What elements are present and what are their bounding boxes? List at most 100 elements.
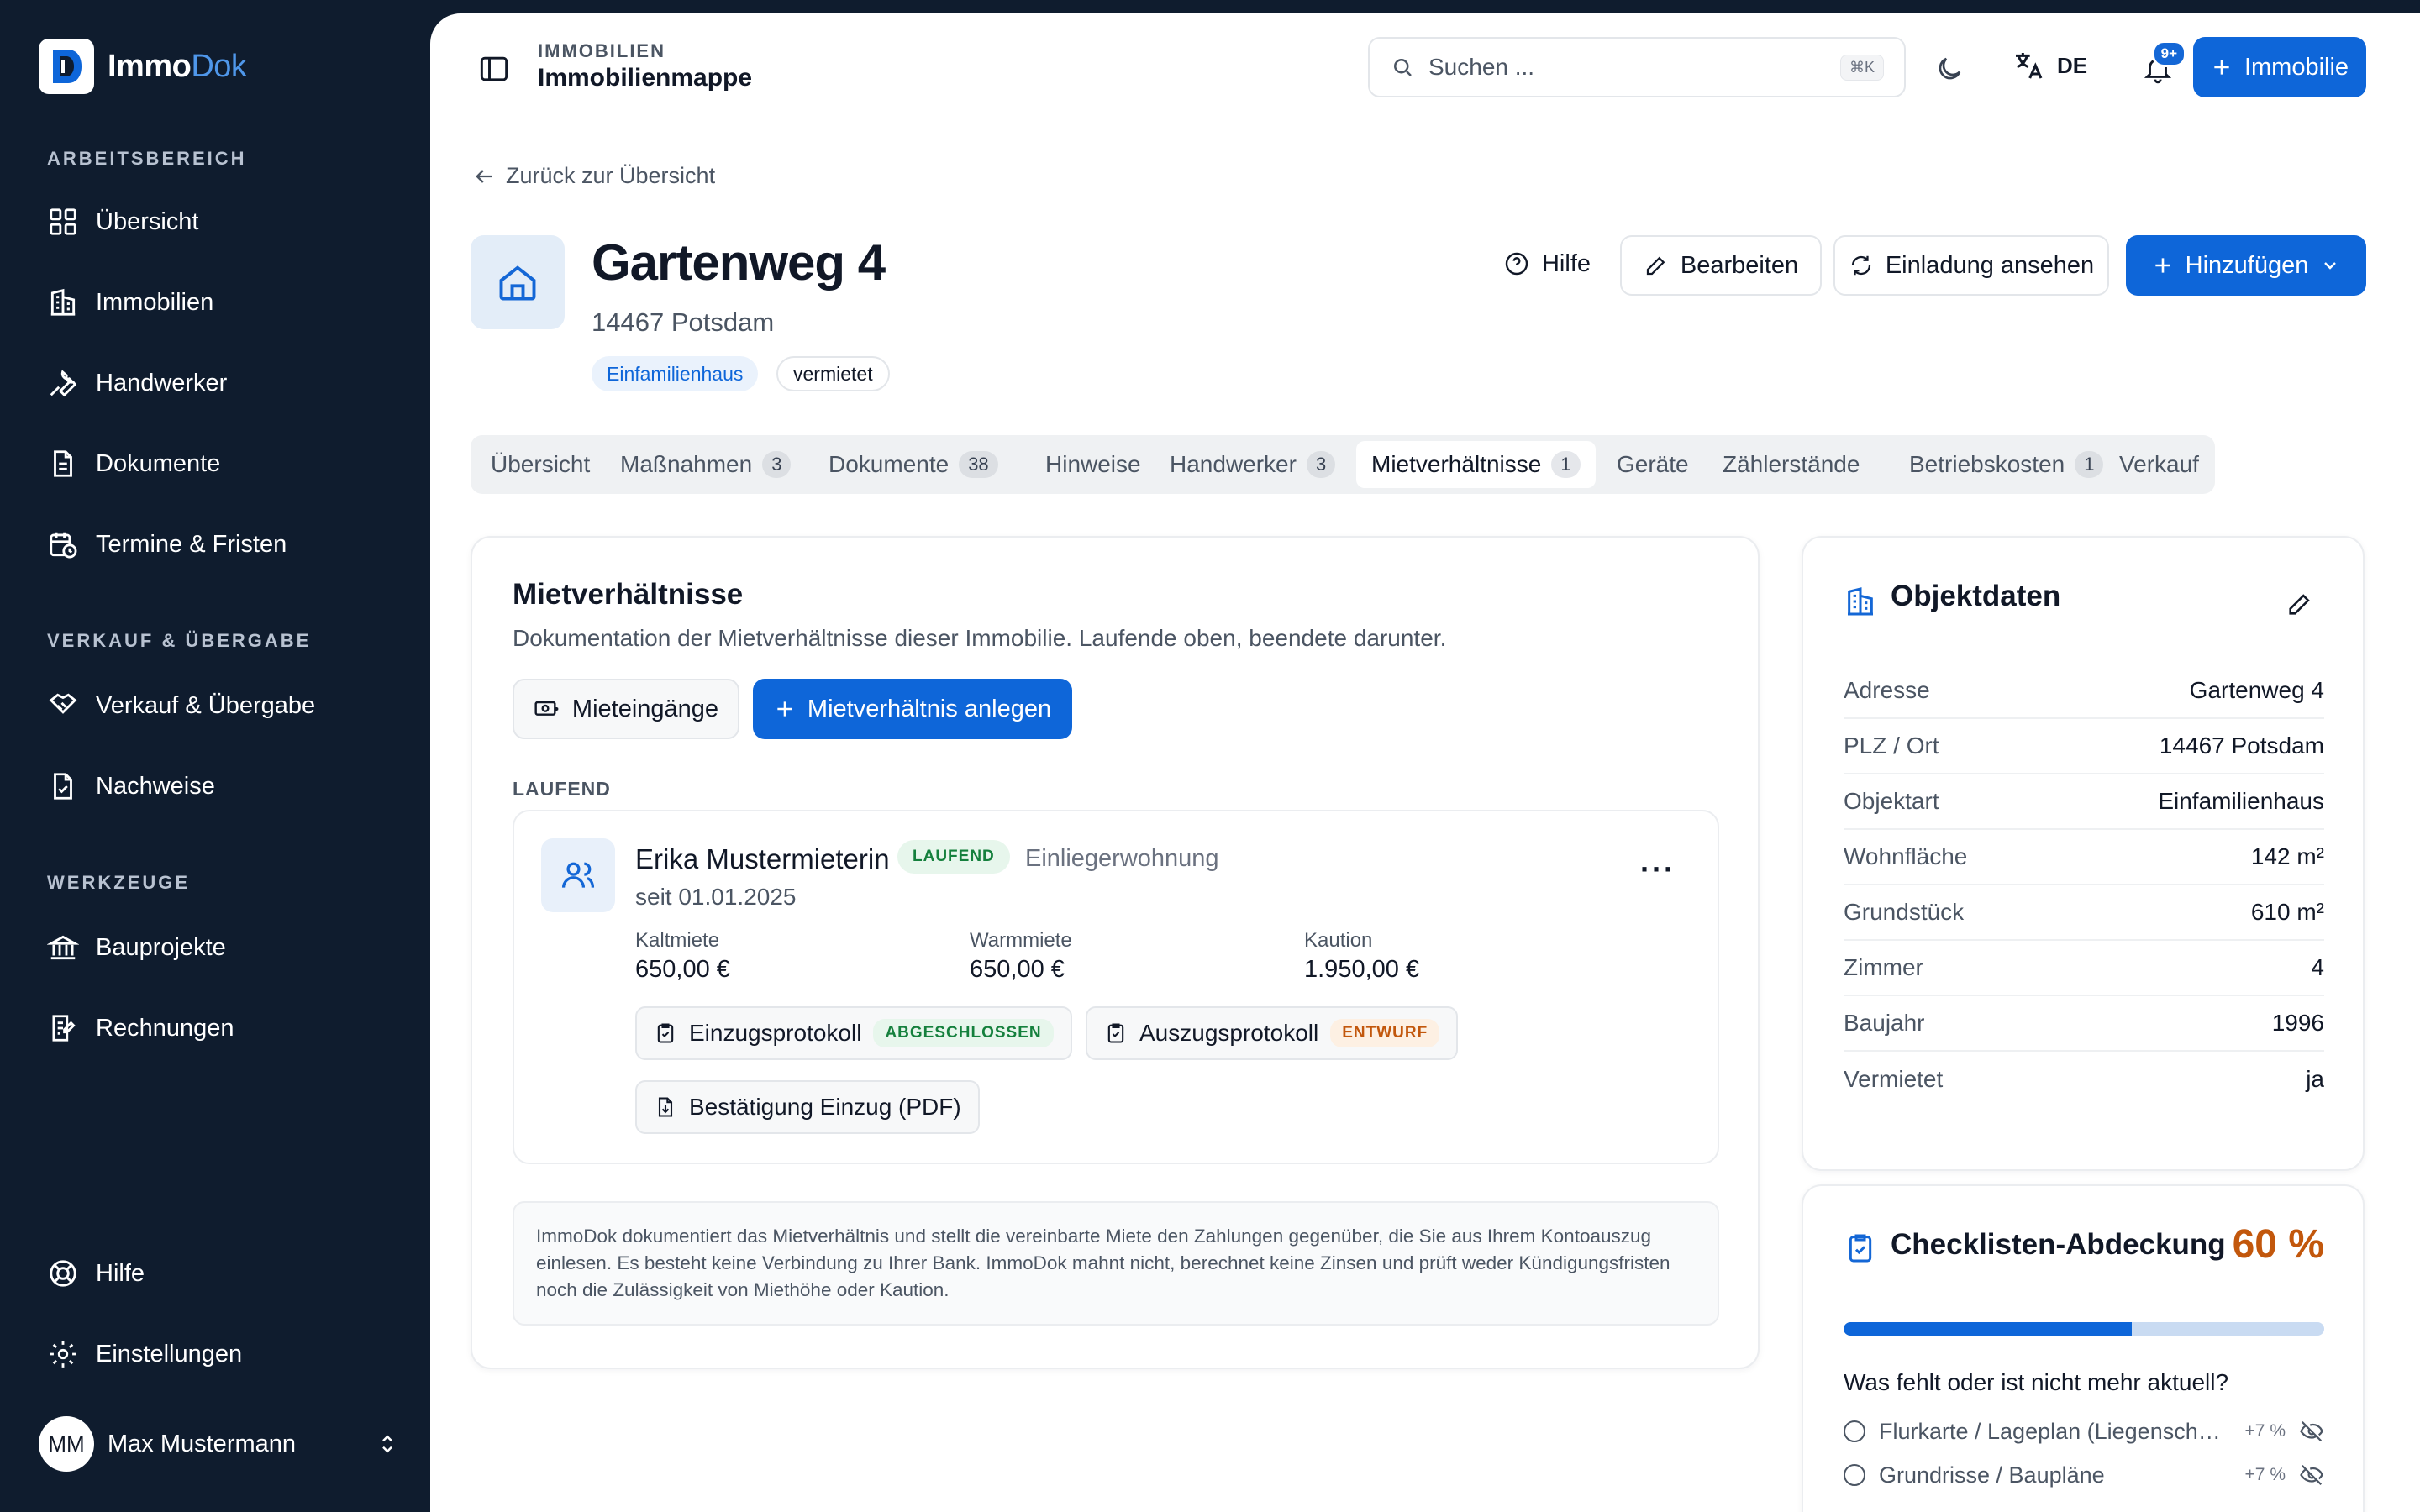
- rent-income-button[interactable]: Mieteingänge: [513, 679, 739, 739]
- eye-off-icon[interactable]: [2299, 1419, 2324, 1444]
- plus-icon: [777, 701, 792, 717]
- tab-count: 38: [959, 451, 998, 478]
- row-value: 4: [2311, 954, 2324, 980]
- deposit-label: Kaution: [1304, 929, 1373, 952]
- tab-craftsmen[interactable]: Handwerker 3: [1155, 441, 1350, 488]
- language-switcher[interactable]: DE: [2012, 49, 2087, 82]
- row-value: 610 m²: [2250, 899, 2324, 925]
- tag-property-type: Einfamilienhaus: [592, 356, 759, 391]
- tenancies-card: Mietverhältnisse Dokumentation der Mietv…: [471, 536, 1760, 1369]
- eye-off-icon[interactable]: [2299, 1462, 2324, 1488]
- checklist-card: Checklisten-Abdeckung 60 % Was fehlt ode…: [1802, 1184, 2365, 1512]
- sidebar-item-overview[interactable]: Übersicht: [47, 198, 400, 245]
- checklist-item[interactable]: Flurkarte / Lageplan (Liegenschaftskarte…: [1844, 1413, 2324, 1450]
- checklist-title: Checklisten-Abdeckung: [1891, 1228, 2226, 1261]
- sidebar-item-construction[interactable]: Bauprojekte: [47, 924, 400, 971]
- object-data-row: Objektart Einfamilienhaus: [1844, 774, 2324, 830]
- tab-sale[interactable]: Verkauf: [2104, 441, 2214, 488]
- user-menu[interactable]: MM Max Mustermann: [39, 1416, 400, 1472]
- radio-button[interactable]: [1844, 1464, 1865, 1486]
- plus-icon: [2214, 60, 2229, 75]
- search-input[interactable]: [1428, 54, 1827, 81]
- radio-button[interactable]: [1844, 1420, 1865, 1442]
- view-invitation-button[interactable]: Einladung ansehen: [1833, 235, 2109, 296]
- tab-count: 1: [2075, 451, 2104, 478]
- sidebar-item-label: Immobilien: [96, 288, 214, 316]
- row-value: Gartenweg 4: [2189, 677, 2324, 703]
- search-box[interactable]: ⌘K: [1368, 37, 1906, 97]
- refresh-icon: [1851, 255, 1870, 276]
- document-icon: [54, 450, 72, 477]
- sidebar-item-proofs[interactable]: Nachweise: [47, 763, 400, 810]
- tenancy-item[interactable]: Erika Mustermieterin LAUFEND Einliegerwo…: [513, 810, 1719, 1164]
- sidebar-item-deadlines[interactable]: Termine & Fristen: [47, 521, 400, 568]
- sidebar-item-label: Hilfe: [96, 1259, 145, 1287]
- tenant-unit: Einliegerwohnung: [1025, 845, 1219, 872]
- coverage-progress-fill: [1844, 1322, 2133, 1336]
- edit-object-data-icon[interactable]: [2286, 590, 2314, 622]
- edit-button[interactable]: Bearbeiten: [1620, 235, 1822, 296]
- sidebar-item-properties[interactable]: Immobilien: [47, 279, 400, 326]
- tab-tenancies[interactable]: Mietverhältnisse 1: [1356, 441, 1596, 488]
- create-tenancy-button[interactable]: Mietverhältnis anlegen: [753, 679, 1072, 739]
- tab-notes[interactable]: Hinweise: [1030, 441, 1156, 488]
- tab-overview[interactable]: Übersicht: [476, 441, 605, 488]
- row-label: Zimmer: [1844, 954, 1923, 980]
- sidebar-item-help[interactable]: Hilfe: [47, 1250, 400, 1297]
- tab-operating-costs[interactable]: Betriebskosten 1: [1894, 441, 2118, 488]
- add-property-label: Immobilie: [2244, 53, 2349, 81]
- brand-logo-link[interactable]: ImmoDok: [39, 39, 247, 94]
- tab-documents[interactable]: Dokumente 38: [813, 441, 1013, 488]
- file-check-icon: [54, 773, 72, 800]
- logo-icon: [39, 39, 94, 94]
- tab-label: Betriebskosten: [1909, 451, 2065, 477]
- tab-label: Maßnahmen: [620, 451, 753, 477]
- bank-icon: [47, 935, 79, 960]
- tab-label: Übersicht: [491, 451, 591, 477]
- doc-label: Einzugsprotokoll: [689, 1020, 862, 1046]
- sidebar-item-invoices[interactable]: Rechnungen: [47, 1005, 400, 1052]
- more-options-icon[interactable]: ···: [1640, 852, 1676, 887]
- edit-label: Bearbeiten: [1680, 251, 1799, 279]
- help-button[interactable]: Hilfe: [1492, 237, 1602, 291]
- sidebar-toggle-icon[interactable]: [476, 50, 513, 87]
- sidebar-item-sale-handover[interactable]: Verkauf & Übergabe: [47, 682, 400, 729]
- tag-rental-status: vermietet: [776, 356, 890, 391]
- tab-label: Verkauf: [2119, 451, 2199, 477]
- row-label: Grundstück: [1844, 899, 1965, 925]
- checklist-item[interactable]: Grundrisse / Baupläne +7 %: [1844, 1457, 2324, 1494]
- notifications-button[interactable]: 9+: [2138, 40, 2186, 89]
- invitation-label: Einladung ansehen: [1885, 251, 2095, 279]
- sidebar: ImmoDok ARBEITSBEREICH Übersicht Immobil…: [0, 0, 430, 1512]
- notification-badge: 9+: [2151, 40, 2186, 67]
- row-label: Objektart: [1844, 788, 1939, 814]
- row-label: Baujahr: [1844, 1010, 1925, 1036]
- theme-toggle-button[interactable]: [1931, 50, 1968, 87]
- add-dropdown-button[interactable]: Hinzufügen: [2126, 235, 2366, 296]
- object-data-row: Baujahr 1996: [1844, 996, 2324, 1052]
- avatar: MM: [39, 1416, 94, 1472]
- sidebar-item-label: Handwerker: [96, 369, 228, 396]
- row-value: 14467 Potsdam: [2159, 732, 2324, 759]
- add-label: Hinzufügen: [2185, 251, 2309, 279]
- sidebar-item-settings[interactable]: Einstellungen: [47, 1331, 400, 1378]
- back-link[interactable]: Zurück zur Übersicht: [472, 163, 715, 189]
- tab-measures[interactable]: Maßnahmen 3: [605, 441, 806, 488]
- section-running: LAUFEND: [513, 778, 611, 800]
- language-label: DE: [2057, 52, 2088, 78]
- users-icon: [541, 838, 615, 912]
- back-link-label: Zurück zur Übersicht: [506, 163, 716, 188]
- sidebar-item-craftsmen[interactable]: Handwerker: [47, 360, 400, 407]
- move-in-confirmation-pdf[interactable]: Bestätigung Einzug (PDF): [635, 1080, 980, 1134]
- tab-devices[interactable]: Geräte: [1602, 441, 1704, 488]
- tab-meter-readings[interactable]: Zählerstände: [1707, 441, 1875, 488]
- coverage-progress-bar: [1844, 1322, 2324, 1336]
- move-in-protocol-chip[interactable]: Einzugsprotokoll ABGESCHLOSSEN: [635, 1006, 1072, 1060]
- checklist-item-label: Flurkarte / Lageplan (Liegenschaftskarte…: [1879, 1418, 2232, 1444]
- add-property-button[interactable]: Immobilie: [2193, 37, 2366, 97]
- section-label-tools: WERKZEUGE: [47, 872, 190, 893]
- move-out-protocol-chip[interactable]: Auszugsprotokoll ENTWURF: [1086, 1006, 1459, 1060]
- search-shortcut: ⌘K: [1839, 54, 1884, 81]
- sidebar-item-documents[interactable]: Dokumente: [47, 440, 400, 487]
- checklist-item-label: Grundrisse / Baupläne: [1879, 1462, 2105, 1488]
